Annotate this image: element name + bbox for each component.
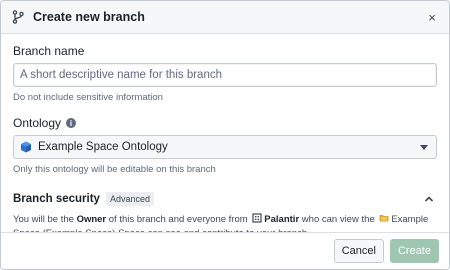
ontology-select[interactable]: Example Space Ontology — [13, 135, 437, 159]
info-icon[interactable]: i — [66, 118, 77, 128]
chevron-up-icon[interactable] — [423, 193, 435, 205]
close-icon[interactable]: × — [425, 10, 439, 25]
org-name: Palantir — [264, 214, 300, 225]
branch-name-placeholder: A short descriptive name for this branch — [20, 69, 222, 81]
caret-down-icon — [420, 144, 428, 150]
dialog-body: Branch name A short descriptive name for… — [1, 44, 449, 241]
branch-name-helper: Do not include sensitive information — [13, 92, 163, 103]
advanced-badge: Advanced — [105, 192, 154, 206]
branch-name-input[interactable]: A short descriptive name for this branch — [13, 63, 437, 87]
create-button[interactable]: Create — [389, 239, 439, 263]
ontology-helper: Only this ontology will be editable on t… — [13, 164, 216, 175]
desc-text-1: You will be the — [13, 214, 77, 225]
folder-icon — [379, 213, 389, 223]
ontology-label-row: Ontology i — [13, 116, 437, 130]
building-icon — [252, 213, 262, 223]
ontology-label: Ontology — [13, 116, 62, 130]
dialog-footer: Cancel Create — [1, 232, 449, 269]
cube-icon — [20, 141, 32, 153]
desc-text-3: who can view the — [299, 214, 378, 225]
branch-security-header[interactable]: Branch security Advanced — [13, 192, 437, 206]
branch-name-label: Branch name — [13, 44, 85, 58]
create-branch-dialog: Create new branch × Branch name A short … — [0, 0, 450, 270]
git-branch-icon — [11, 10, 25, 24]
owner-role: Owner — [76, 214, 107, 225]
dialog-title: Create new branch — [33, 10, 145, 24]
branch-security-label: Branch security — [13, 193, 100, 205]
ontology-selected-value: Example Space Ontology — [38, 141, 168, 153]
desc-text-2: of this branch and everyone from — [106, 214, 251, 225]
cancel-button[interactable]: Cancel — [333, 239, 384, 263]
dialog-header: Create new branch × — [1, 1, 449, 34]
